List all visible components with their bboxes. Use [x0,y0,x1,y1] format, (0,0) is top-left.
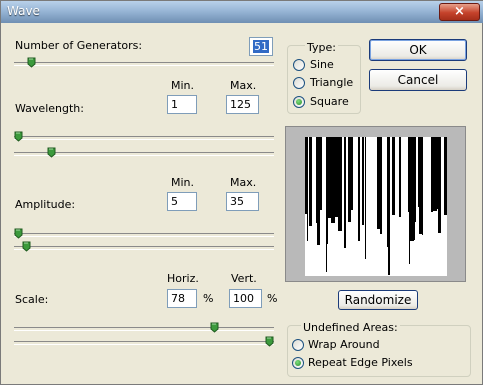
preview-bar [380,137,382,234]
preview-bar [338,137,342,231]
wavelength-label: Wavelength: [15,102,84,115]
preview-bar [358,137,360,241]
wave-preview-pattern [305,137,447,275]
title-bar: Wave × [1,1,483,23]
close-icon: × [454,4,465,19]
generators-value: 51 [253,40,269,53]
type-square-radio[interactable] [293,96,305,108]
scale-horiz-field[interactable]: 78 [167,289,197,308]
repeat-edge-pixels-radio[interactable] [292,357,304,369]
type-legend: Type: [305,41,338,54]
preview-bar [335,137,338,217]
wavelength-min-field[interactable]: 1 [167,95,197,114]
preview-panel [285,126,466,282]
preview-bar [414,137,415,240]
wavelength-max-header: Max. [230,79,257,92]
scale-horiz-header: Horiz. [167,272,199,285]
preview-bar [415,137,416,222]
scale-label: Scale: [15,293,49,306]
ok-button[interactable]: OK [369,39,467,61]
type-sine-label[interactable]: Sine [310,58,334,71]
amplitude-max-header: Max. [230,176,257,189]
generators-slider-thumb[interactable] [27,57,36,68]
amplitude-label: Amplitude: [15,198,76,211]
preview-bar [422,137,423,235]
generators-field[interactable]: 51 [249,37,273,56]
amplitude-max-field[interactable]: 35 [226,192,259,211]
preview-bar [387,137,388,247]
wave-dialog: Wave × Number of Generators: 51 Min. Max… [0,0,483,385]
preview-bar [438,137,441,233]
amplitude-max-slider-track[interactable] [14,246,274,250]
preview-bar [331,137,335,223]
scale-vert-slider-thumb[interactable] [265,336,274,347]
preview-bar [433,137,437,211]
preview-bar [365,137,366,259]
preview-bar [348,137,351,222]
amplitude-max-slider-thumb[interactable] [22,241,31,252]
preview-bar [444,137,447,215]
dialog-title: Wave [7,4,40,18]
preview-bar [388,137,390,275]
cancel-button[interactable]: Cancel [369,69,467,91]
wrap-around-label[interactable]: Wrap Around [308,338,380,351]
preview-image [305,137,447,276]
preview-bar [327,137,328,244]
close-button[interactable]: × [439,3,480,21]
scale-vert-field[interactable]: 100 [229,289,262,308]
preview-bar [437,137,438,209]
undefined-areas-legend: Undefined Areas: [301,321,400,334]
preview-bar [410,137,414,241]
randomize-button[interactable]: Randomize [338,290,418,310]
type-square-label[interactable]: Square [310,95,349,108]
amplitude-min-header: Min. [171,176,195,189]
preview-bar [408,137,409,212]
preview-bar [418,137,419,207]
preview-bar [377,137,380,229]
wavelength-max-field[interactable]: 125 [226,95,259,114]
amplitude-min-slider-track[interactable] [14,233,274,237]
generators-slider-track[interactable] [14,62,274,66]
wavelength-max-slider-thumb[interactable] [47,147,56,158]
amplitude-min-field[interactable]: 5 [167,192,197,211]
preview-bar [309,137,312,226]
preview-bar [362,137,364,225]
scale-vert-header: Vert. [231,272,257,285]
scale-vert-unit: % [267,292,278,305]
type-triangle-label[interactable]: Triangle [310,76,353,89]
wavelength-min-header: Min. [171,79,195,92]
repeat-edge-pixels-label[interactable]: Repeat Edge Pixels [308,356,413,369]
preview-bar [317,137,320,245]
preview-bar [316,137,317,223]
preview-bar [392,137,395,215]
preview-bar [431,137,433,212]
type-sine-radio[interactable] [293,59,305,71]
wavelength-min-slider-track[interactable] [14,136,274,140]
preview-bar [409,137,410,264]
preview-bar [344,137,346,248]
preview-bar [328,137,331,218]
generators-label: Number of Generators: [15,39,143,52]
scale-horiz-slider-thumb[interactable] [210,322,219,333]
preview-bar [419,137,422,234]
wavelength-min-slider-thumb[interactable] [14,131,23,142]
amplitude-min-slider-thumb[interactable] [14,228,23,239]
preview-bar [351,137,353,210]
scale-horiz-slider-track[interactable] [14,327,274,331]
preview-bar [399,137,401,217]
type-triangle-radio[interactable] [293,77,305,89]
preview-bar [307,137,308,241]
preview-bar [326,137,327,272]
wrap-around-radio[interactable] [292,339,304,351]
scale-horiz-unit: % [203,292,214,305]
preview-bar [305,137,307,214]
preview-bar [320,137,322,210]
scale-vert-slider-track[interactable] [14,341,274,345]
